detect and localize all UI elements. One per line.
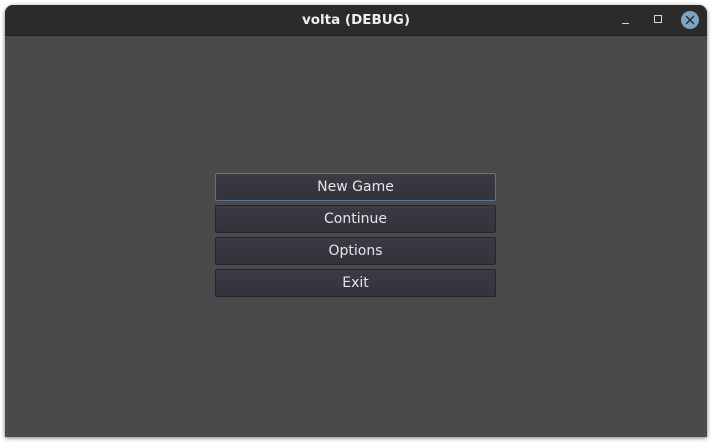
minimize-icon xyxy=(622,23,629,24)
new-game-button[interactable]: New Game xyxy=(215,173,496,201)
options-button[interactable]: Options xyxy=(215,237,496,265)
game-viewport: New Game Continue Options Exit xyxy=(5,36,707,437)
maximize-button[interactable] xyxy=(649,11,667,29)
exit-button[interactable]: Exit xyxy=(215,269,496,297)
main-menu: New Game Continue Options Exit xyxy=(215,173,496,301)
close-icon xyxy=(681,11,699,29)
close-button[interactable] xyxy=(681,11,699,29)
title-bar[interactable]: volta (DEBUG) xyxy=(5,5,707,36)
continue-button[interactable]: Continue xyxy=(215,205,496,233)
window-title: volta (DEBUG) xyxy=(301,12,411,28)
minimize-button[interactable] xyxy=(617,11,635,29)
maximize-icon xyxy=(654,15,662,23)
app-window: volta (DEBUG) New Game Continue Options … xyxy=(5,5,707,437)
